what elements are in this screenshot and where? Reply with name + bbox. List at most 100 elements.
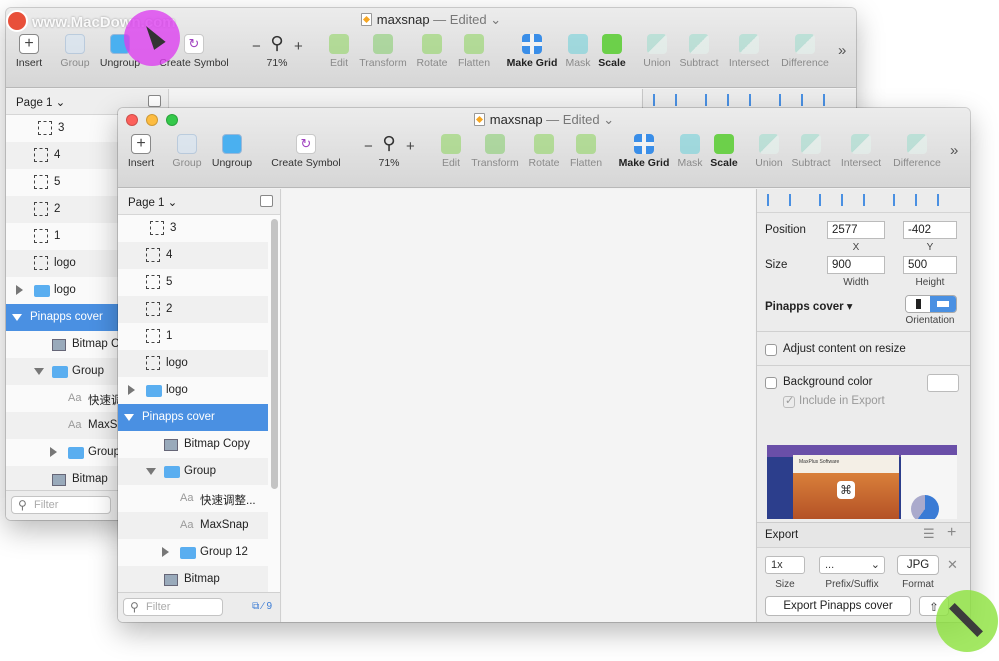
scale-button[interactable]: Scale	[596, 34, 628, 82]
scale-button[interactable]: Scale	[708, 134, 740, 182]
filter-input[interactable]: ⚲ Filter	[11, 496, 111, 514]
layer-item[interactable]: 2	[118, 296, 268, 323]
subtract-button[interactable]: Subtract	[788, 134, 834, 182]
layer-list-scrollbar[interactable]	[271, 219, 278, 489]
layer-item[interactable]: logo	[118, 377, 268, 404]
rotate-button[interactable]: Rotate	[526, 134, 562, 182]
layer-label: Pinapps cover	[30, 311, 103, 323]
align-vcenter-icon[interactable]	[915, 194, 927, 206]
flatten-button[interactable]: Flatten	[454, 34, 494, 82]
include-in-export-checkbox[interactable]	[783, 394, 795, 408]
export-format-caption: Format	[902, 579, 934, 590]
make-grid-button[interactable]: Make Grid	[616, 134, 672, 182]
align-center-icon[interactable]	[819, 194, 831, 206]
layer-item[interactable]: 1	[118, 323, 268, 350]
portrait-icon[interactable]	[906, 296, 932, 312]
disclosure-right-icon[interactable]	[16, 285, 23, 295]
edit-button[interactable]: Edit	[324, 34, 354, 82]
zoom-out-button[interactable]: −	[252, 38, 261, 55]
layer-item[interactable]: Group 12	[118, 539, 268, 566]
remove-export-icon[interactable]: ✕	[947, 557, 958, 573]
artboard-preset-dropdown[interactable]: Pinapps cover ▾	[765, 299, 853, 313]
export-size-input[interactable]: 1x	[765, 556, 805, 574]
union-button[interactable]: Union	[752, 134, 786, 182]
align-top-icon[interactable]	[893, 194, 905, 206]
zoom-in-button[interactable]: +	[294, 38, 303, 55]
collapse-icon[interactable]	[148, 95, 161, 107]
export-format-select[interactable]: JPG	[897, 555, 939, 575]
canvas[interactable]	[282, 189, 755, 622]
export-settings-icon[interactable]: ☰	[923, 526, 935, 542]
layer-item[interactable]: Pinapps cover	[118, 404, 268, 431]
group-button[interactable]: Group	[170, 134, 204, 182]
layer-item[interactable]: 3	[118, 215, 268, 242]
mask-button[interactable]: Mask	[674, 134, 706, 182]
disclosure-down-icon[interactable]	[12, 314, 22, 321]
landscape-icon[interactable]	[930, 296, 956, 312]
disclosure-down-icon[interactable]	[146, 468, 156, 475]
align-bottom-icon[interactable]	[937, 194, 949, 206]
background-color-well[interactable]	[927, 374, 959, 392]
document-icon	[360, 13, 372, 26]
disclosure-down-icon[interactable]	[124, 414, 134, 421]
disclosure-right-icon[interactable]	[50, 447, 57, 457]
disclosure-right-icon[interactable]	[128, 385, 135, 395]
create-symbol-button[interactable]: ↻ Create Symbol	[268, 134, 344, 182]
distribute-icon[interactable]	[789, 194, 801, 206]
collapse-icon[interactable]	[260, 195, 273, 207]
toolbar-overflow-button[interactable]: »	[838, 42, 846, 59]
intersect-button[interactable]: Intersect	[838, 134, 884, 182]
export-artboard-button[interactable]: Export Pinapps cover	[765, 596, 911, 616]
edit-button[interactable]: Edit	[436, 134, 466, 182]
width-input[interactable]: 900	[827, 256, 885, 274]
folder-icon	[34, 285, 50, 297]
orientation-toggle[interactable]	[905, 295, 957, 313]
artboard-icon	[146, 248, 160, 262]
layer-item[interactable]: Bitmap Copy	[118, 431, 268, 458]
zoom-in-button[interactable]: +	[406, 138, 415, 155]
layer-item[interactable]: Group	[118, 458, 268, 485]
difference-button[interactable]: Difference	[778, 34, 832, 82]
align-right-icon[interactable]	[863, 194, 875, 206]
layer-item[interactable]: Aa MaxSnap	[118, 512, 268, 539]
background-color-checkbox[interactable]	[765, 377, 777, 389]
difference-button[interactable]: Difference	[890, 134, 944, 182]
layer-item[interactable]: logo	[118, 350, 268, 377]
layer-item[interactable]: Aa 快速调整...	[118, 485, 268, 512]
group-button[interactable]: Group	[58, 34, 92, 82]
filter-input[interactable]: ⚲ Filter	[123, 598, 223, 616]
add-export-icon[interactable]: +	[947, 524, 956, 542]
layer-item[interactable]: 5	[118, 269, 268, 296]
flatten-button[interactable]: Flatten	[566, 134, 606, 182]
insert-button[interactable]: + Insert	[124, 134, 158, 182]
layer-item[interactable]: 4	[118, 242, 268, 269]
zoom-control[interactable]: ⚲ 71%	[374, 134, 404, 182]
subtract-button[interactable]: Subtract	[676, 34, 722, 82]
insert-button[interactable]: + Insert	[12, 34, 46, 82]
layer-item[interactable]: Bitmap	[118, 566, 268, 593]
zoom-out-button[interactable]: −	[364, 138, 373, 155]
make-grid-button[interactable]: Make Grid	[504, 34, 560, 82]
align-middle-icon[interactable]	[841, 194, 853, 206]
disclosure-right-icon[interactable]	[162, 547, 169, 557]
mask-button[interactable]: Mask	[562, 34, 594, 82]
page-selector[interactable]: Page 1 ⌄	[118, 189, 280, 215]
transform-button[interactable]: Transform	[356, 34, 410, 82]
align-left-icon[interactable]	[767, 194, 779, 206]
union-button[interactable]: Union	[640, 34, 674, 82]
toolbar-overflow-button[interactable]: »	[950, 142, 958, 159]
adjust-content-checkbox[interactable]	[765, 344, 777, 356]
filter-tools[interactable]: ⧉ ∕ 9	[252, 601, 272, 612]
rotate-button[interactable]: Rotate	[414, 34, 450, 82]
height-input[interactable]: 500	[903, 256, 957, 274]
y-input[interactable]: -402	[903, 221, 957, 239]
disclosure-down-icon[interactable]	[34, 368, 44, 375]
export-prefix-select[interactable]: ... ⌄	[819, 556, 885, 574]
zoom-control[interactable]: ⚲ 71%	[262, 34, 292, 82]
transform-button[interactable]: Transform	[468, 134, 522, 182]
symbol-icon: ↻	[184, 34, 204, 54]
ungroup-button[interactable]: Ungroup	[210, 134, 254, 182]
x-input[interactable]: 2577	[827, 221, 885, 239]
height-caption: Height	[915, 277, 945, 288]
intersect-button[interactable]: Intersect	[726, 34, 772, 82]
